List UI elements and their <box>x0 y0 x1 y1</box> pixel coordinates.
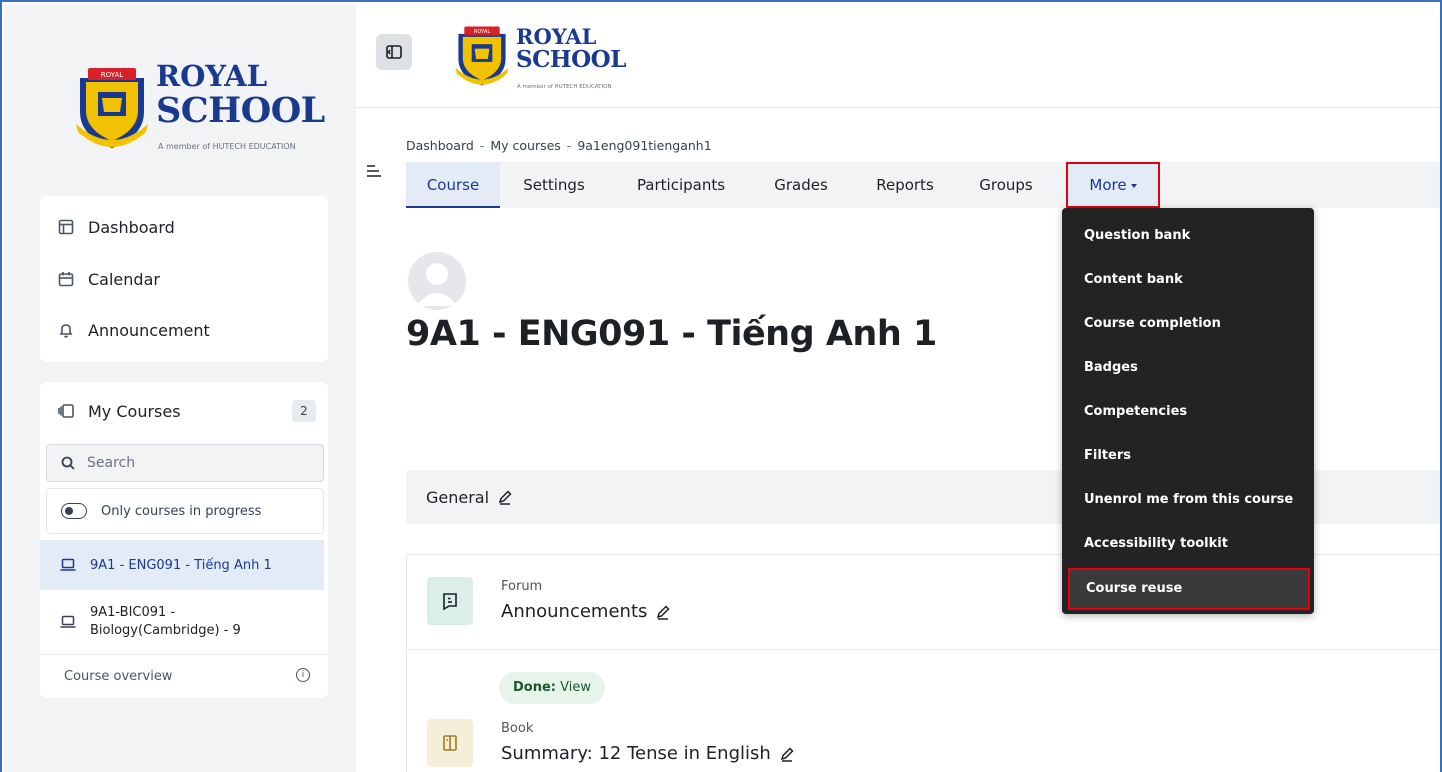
school-name: ROYAL SCHOOL <box>156 59 325 131</box>
course-image <box>408 252 466 310</box>
sidebar-toggle-icon <box>386 45 402 59</box>
left-drawer: ROYAL ROYAL SCHOOL A member of HUTECH ED… <box>4 4 356 772</box>
course-overview-label: Course overview <box>64 669 173 684</box>
activity-name: Summary: 12 Tense in English <box>501 743 771 764</box>
activity-type: Book <box>501 721 534 736</box>
info-icon[interactable]: i <box>296 668 310 682</box>
course-search-input[interactable]: Search <box>46 444 324 482</box>
laptop-icon <box>60 615 76 628</box>
breadcrumb-separator: - <box>479 138 485 153</box>
crest-text: ROYAL <box>101 71 124 79</box>
course-link-label: 9A1 - ENG091 - Tiếng Anh 1 <box>90 557 272 573</box>
course-link-bic091[interactable]: 9A1-BIC091 - Biology(Cambridge) - 9 <box>40 594 324 650</box>
search-icon <box>61 456 75 470</box>
calendar-icon <box>58 272 74 287</box>
school-name-top: ROYAL <box>156 59 268 93</box>
tab-course[interactable]: Course <box>406 162 500 208</box>
course-overview-link[interactable]: Course overview i <box>40 654 328 698</box>
toggle-label: Only courses in progress <box>101 503 262 519</box>
activity-summary-book[interactable]: Summary: 12 Tense in English <box>501 743 795 764</box>
tab-grades[interactable]: Grades <box>762 162 840 208</box>
activity-announcements[interactable]: Announcements <box>501 601 671 622</box>
tab-settings[interactable]: Settings <box>508 162 600 208</box>
breadcrumb-dashboard[interactable]: Dashboard <box>406 138 474 153</box>
menu-item-accessibility-toolkit[interactable]: Accessibility toolkit <box>1062 522 1314 566</box>
more-dropdown-menu: Question bank Content bank Course comple… <box>1062 208 1314 614</box>
school-name-bottom: SCHOOL <box>156 90 325 131</box>
activity-type: Forum <box>501 579 543 594</box>
dashboard-icon <box>58 219 74 235</box>
course-link-eng091[interactable]: 9A1 - ENG091 - Tiếng Anh 1 <box>40 540 324 590</box>
nav-label: Announcement <box>88 320 210 340</box>
course-index-toggle-icon[interactable] <box>366 164 382 178</box>
nav-calendar[interactable]: Calendar <box>58 266 160 292</box>
course-link-line2: Biology(Cambridge) - 9 <box>90 623 241 638</box>
laptop-icon <box>60 558 76 571</box>
menu-item-badges[interactable]: Badges <box>1062 346 1314 390</box>
in-progress-filter[interactable]: Only courses in progress <box>46 488 324 534</box>
toggle-switch[interactable] <box>61 503 87 519</box>
nav-label: Dashboard <box>88 217 175 237</box>
course-link-line1: 9A1-BIC091 - <box>90 605 176 620</box>
header-school-name-top: ROYAL <box>516 24 597 49</box>
course-link-label: 9A1-BIC091 - Biology(Cambridge) - 9 <box>90 604 241 640</box>
breadcrumb-separator: - <box>566 138 572 153</box>
menu-item-question-bank[interactable]: Question bank <box>1062 214 1314 258</box>
tab-participants[interactable]: Participants <box>624 162 738 208</box>
completion-action: View <box>560 680 591 695</box>
my-courses-block: My Courses 2 Search Only courses in prog… <box>40 382 328 698</box>
my-courses-header[interactable]: My Courses 2 <box>58 398 316 424</box>
crest-icon: ROYAL <box>455 26 509 86</box>
school-logo[interactable]: ROYAL ROYAL SCHOOL A member of HUTECH ED… <box>74 62 325 154</box>
secondary-nav: Course Settings Participants Grades Repo… <box>406 162 1440 208</box>
pencil-icon[interactable] <box>779 746 795 762</box>
header-logo[interactable]: ROYAL ROYAL SCHOOL A member of HUTECH ED… <box>454 24 654 94</box>
course-count-badge: 2 <box>292 400 316 422</box>
header-school-name-bottom: SCHOOL <box>516 46 626 73</box>
completion-label: Done: <box>513 680 556 695</box>
pencil-icon[interactable] <box>655 604 671 620</box>
book-icon <box>427 719 473 767</box>
primary-nav: Dashboard Calendar Announcement <box>40 196 328 362</box>
menu-item-course-completion[interactable]: Course completion <box>1062 302 1314 346</box>
top-navbar: ROYAL ROYAL SCHOOL A member of HUTECH ED… <box>356 4 1440 108</box>
my-courses-title: My Courses <box>88 401 181 421</box>
header-school-name: ROYAL SCHOOL <box>516 26 626 71</box>
crest-icon: ROYAL <box>76 68 148 148</box>
nav-announcement[interactable]: Announcement <box>58 317 210 343</box>
breadcrumb-course[interactable]: 9a1eng091tienganh1 <box>577 138 711 153</box>
school-tagline: A member of HUTECH EDUCATION <box>158 142 296 151</box>
courses-icon <box>58 404 74 418</box>
bell-icon <box>59 324 73 338</box>
header-tagline: A member of HUTECH EDUCATION <box>517 84 612 90</box>
section-title: General <box>426 487 490 507</box>
tab-more-label: More <box>1089 176 1127 194</box>
menu-item-unenrol[interactable]: Unenrol me from this course <box>1062 478 1314 522</box>
menu-item-content-bank[interactable]: Content bank <box>1062 258 1314 302</box>
crest-text: ROYAL <box>474 29 491 35</box>
tab-groups[interactable]: Groups <box>968 162 1044 208</box>
page-title: 9A1 - ENG091 - Tiếng Anh 1 <box>406 314 937 354</box>
search-placeholder: Search <box>87 455 136 471</box>
completion-badge: Done: View <box>499 672 605 704</box>
menu-item-course-reuse[interactable]: Course reuse <box>1068 568 1310 610</box>
user-avatar-icon <box>416 263 458 306</box>
nav-label: Calendar <box>88 269 160 289</box>
breadcrumb: Dashboard - My courses - 9a1eng091tienga… <box>406 138 712 153</box>
menu-item-competencies[interactable]: Competencies <box>1062 390 1314 434</box>
tab-reports[interactable]: Reports <box>864 162 946 208</box>
caret-down-icon <box>1130 183 1137 188</box>
nav-dashboard[interactable]: Dashboard <box>58 214 175 240</box>
divider <box>407 649 1440 650</box>
browser-frame: ROYAL ROYAL SCHOOL A member of HUTECH ED… <box>0 0 1442 772</box>
activity-name: Announcements <box>501 601 648 622</box>
tab-more[interactable]: More <box>1066 162 1160 208</box>
menu-item-filters[interactable]: Filters <box>1062 434 1314 478</box>
pencil-icon[interactable] <box>497 489 513 505</box>
drawer-toggle-button[interactable] <box>376 34 412 70</box>
forum-icon <box>427 577 473 625</box>
breadcrumb-my-courses[interactable]: My courses <box>490 138 560 153</box>
